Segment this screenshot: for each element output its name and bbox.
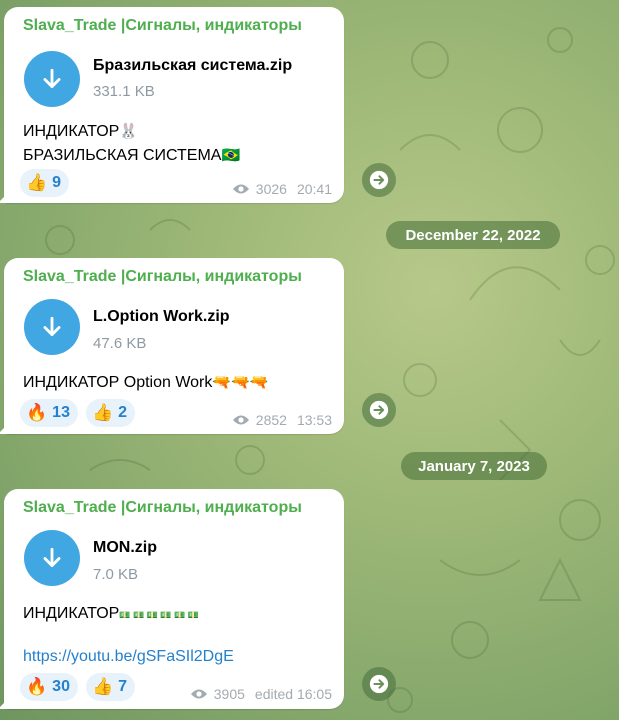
fire-icon: 🔥 [26,403,48,422]
view-count: 3026 [255,181,287,197]
reaction-fire[interactable]: 🔥 13 [20,399,78,427]
reaction-thumbs-up[interactable]: 👍 2 [86,399,136,427]
download-button[interactable] [24,51,80,107]
message-line: ИНДИКАТОР [23,605,120,622]
brazil-flag-emoji: 🇧🇷 [221,147,241,164]
view-count: 3905 [213,686,245,702]
gun-emoji: 🔫🔫🔫 [212,374,269,391]
message-text: ИНДИКАТОР Option Work🔫🔫🔫 [23,371,268,395]
share-arrow-icon [369,170,389,190]
view-count: 2852 [255,412,287,428]
download-arrow-icon [43,316,61,336]
download-button[interactable] [24,299,80,355]
thumbs-up-icon: 👍 [92,403,114,422]
reaction-count: 30 [52,678,70,695]
sender-name[interactable]: Slava_Trade |Сигналы, индикаторы [23,268,302,286]
date-separator: December 22, 2022 [386,221,560,249]
share-arrow-icon [369,674,389,694]
share-arrow-icon [369,400,389,420]
fire-icon: 🔥 [26,677,48,696]
eye-icon [190,688,208,700]
reaction-count: 9 [52,174,62,191]
sender-name[interactable]: Slava_Trade |Сигналы, индикаторы [23,499,302,517]
date-separator: January 7, 2023 [401,452,547,480]
sender-name[interactable]: Slava_Trade |Сигналы, индикаторы [23,17,302,35]
reaction-count: 13 [52,404,70,421]
bubble-tail [0,193,8,203]
message-text: ИНДИКАТОР💵 💵 💵 💵 💵 💵 [23,602,199,627]
download-arrow-icon [43,68,61,88]
message-bubble: Slava_Trade |Сигналы, индикаторы MON.zip… [0,489,344,709]
money-emoji: 💵 💵 💵 💵 💵 💵 [119,610,200,620]
eye-icon [232,183,250,195]
thumbs-up-icon: 👍 [92,677,114,696]
bubble-tail [0,424,8,434]
file-size: 47.6 KB [93,335,147,352]
message-meta: 3905 edited 16:05 [190,686,332,702]
message-meta: 3026 20:41 [232,181,332,197]
bubble-tail [0,699,8,709]
file-size: 331.1 KB [93,83,155,100]
file-size: 7.0 KB [93,566,139,583]
message-time: edited 16:05 [254,686,332,702]
message-line: ИНДИКАТОР Option Work [23,374,213,391]
youtube-link[interactable]: https://youtu.be/gSFaSIl2DgE [23,648,234,666]
eye-icon [232,414,250,426]
reaction-count: 2 [118,404,128,421]
file-name[interactable]: L.Option Work.zip [93,308,230,326]
download-arrow-icon [43,547,61,567]
share-button[interactable] [362,163,396,197]
message-time: 13:53 [296,412,332,428]
share-button[interactable] [362,667,396,701]
reaction-count: 7 [118,678,128,695]
message-meta: 2852 13:53 [232,412,332,428]
message-line: ИНДИКАТОР [23,123,120,140]
message-bubble: Slava_Trade |Сигналы, индикаторы Бразиль… [0,7,344,203]
file-name[interactable]: MON.zip [93,539,157,557]
message-line: БРАЗИЛЬСКАЯ СИСТЕМА [23,147,222,164]
message-bubble: Slava_Trade |Сигналы, индикаторы L.Optio… [0,258,344,434]
download-button[interactable] [24,530,80,586]
reaction-fire[interactable]: 🔥 30 [20,673,78,701]
thumbs-up-icon: 👍 [26,173,48,192]
share-button[interactable] [362,393,396,427]
file-name[interactable]: Бразильская система.zip [93,57,292,75]
message-time: 20:41 [296,181,332,197]
reaction-thumbs-up[interactable]: 👍 7 [86,673,136,701]
message-text: ИНДИКАТОР🐰 БРАЗИЛЬСКАЯ СИСТЕМА🇧🇷 [23,120,240,168]
bunny-emoji: 🐰 [119,123,138,140]
reaction-thumbs-up[interactable]: 👍 9 [20,169,70,197]
